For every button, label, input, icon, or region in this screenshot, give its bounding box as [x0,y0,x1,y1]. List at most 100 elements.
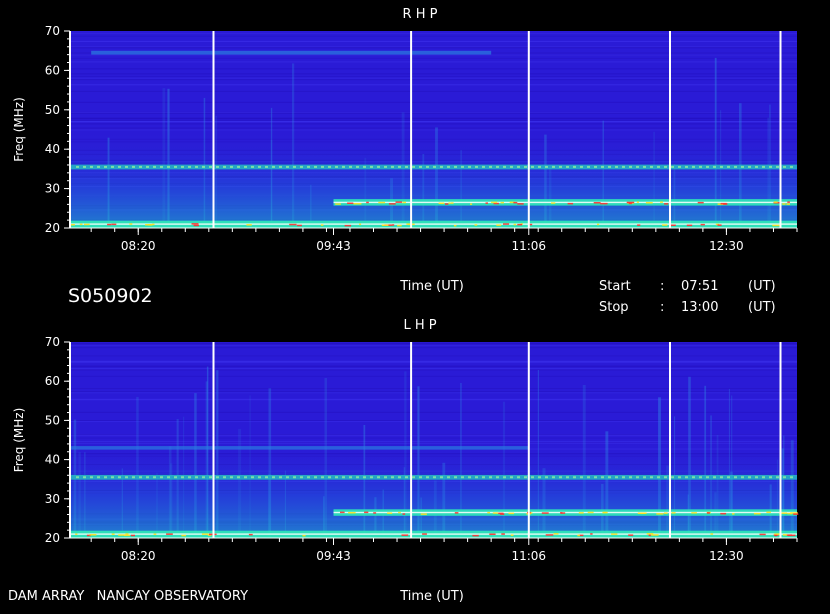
emission-speck [492,512,499,514]
emission-speck [348,512,356,514]
time-marker-line [779,342,782,538]
emission-speck [501,533,505,535]
y-axis-label: Freq (MHz) [12,408,26,473]
dotted-emission [139,476,142,479]
emission-speck [297,224,302,227]
emission-speck [577,534,580,537]
x-tick-label: 11:06 [511,549,546,563]
emission-speck [551,202,556,204]
dotted-emission [76,476,79,479]
dotted-emission [167,476,170,479]
dotted-emission [755,165,758,168]
emission-speck [782,203,786,205]
dotted-emission [111,165,114,168]
dotted-emission [650,165,653,168]
emission-speck [664,512,668,514]
emission-speck [553,533,559,535]
emission-speck [289,223,297,226]
dotted-emission [734,165,737,168]
time-marker-line [779,31,782,228]
dotted-emission [76,165,79,168]
dotted-emission [265,165,268,168]
dotted-emission [188,476,191,479]
dotted-emission [741,476,744,479]
dotted-emission [510,476,513,479]
dotted-emission [475,476,478,479]
emission-speck [84,223,90,226]
time-marker-line [669,31,671,228]
spectrogram-canvas: 20 30 40 50 60 70 08:20 09:43 11:06 12:30 R H P Fre… [8,7,799,604]
dotted-emission [209,476,212,479]
dotted-emission [223,165,226,168]
dotted-emission [97,165,100,168]
dotted-emission [538,476,541,479]
emission-speck [766,511,771,513]
dotted-emission [167,165,170,168]
x-tick-label: 12:30 [709,549,744,563]
dotted-emission [552,476,555,479]
dotted-emission [594,165,597,168]
emission-speck [517,203,524,205]
emission-speck [788,534,796,537]
emission-speck [671,512,676,514]
emission-speck [453,224,457,227]
emission-speck [193,224,199,227]
dotted-emission [580,165,583,168]
emission-speck [201,533,209,535]
dotted-emission [398,476,401,479]
dotted-emission [566,165,569,168]
dotted-emission [356,165,359,168]
x-tick-label: 08:20 [121,549,156,563]
emission-speck [545,534,554,536]
dotted-emission [363,165,366,168]
dotted-emission [440,476,443,479]
emission-speck [664,203,669,205]
dotted-emission [370,165,373,168]
dotted-emission [678,165,681,168]
time-marker-line [527,31,530,228]
emission-band-core [333,511,798,514]
dotted-emission [587,165,590,168]
emission-speck [697,201,704,204]
dotted-emission [783,165,786,168]
emission-speck [107,223,112,226]
dotted-emission [265,476,268,479]
dotted-emission [377,165,380,168]
dotted-emission [573,476,576,479]
emission-speck [662,224,668,226]
dotted-emission [314,476,317,479]
emission-speck [723,203,728,205]
emission-band-core [70,223,797,225]
x-tick-label: 11:06 [511,239,546,253]
emission-speck [373,512,377,514]
emission-speck [611,533,618,535]
emission-speck [402,513,406,515]
dotted-emission [125,165,128,168]
y-tick-label: 60 [45,374,60,388]
stop-colon: : [660,300,664,315]
dotted-emission [692,165,695,168]
emission-speck [567,202,574,205]
dotted-emission [363,476,366,479]
time-axis-label-bottom: Time (UT) [399,589,464,604]
dotted-emission [503,476,506,479]
dotted-emission [706,165,709,168]
dotted-emission [258,165,261,168]
emission-speck [422,533,427,535]
emission-speck [75,533,78,535]
emission-speck [651,534,659,536]
dotted-emission [90,476,93,479]
dotted-emission [188,165,191,168]
emission-speck [474,224,478,226]
dotted-emission [160,165,163,168]
dotted-emission [545,476,548,479]
dotted-emission [244,476,247,479]
emission-speck [640,512,647,514]
stop-unit: (UT) [748,300,776,315]
emission-speck [648,534,651,537]
y-tick-label: 50 [45,413,60,427]
dotted-emission [349,165,352,168]
emission-speck [448,202,451,204]
time-marker-line [410,342,413,538]
emission-speck [732,513,735,515]
